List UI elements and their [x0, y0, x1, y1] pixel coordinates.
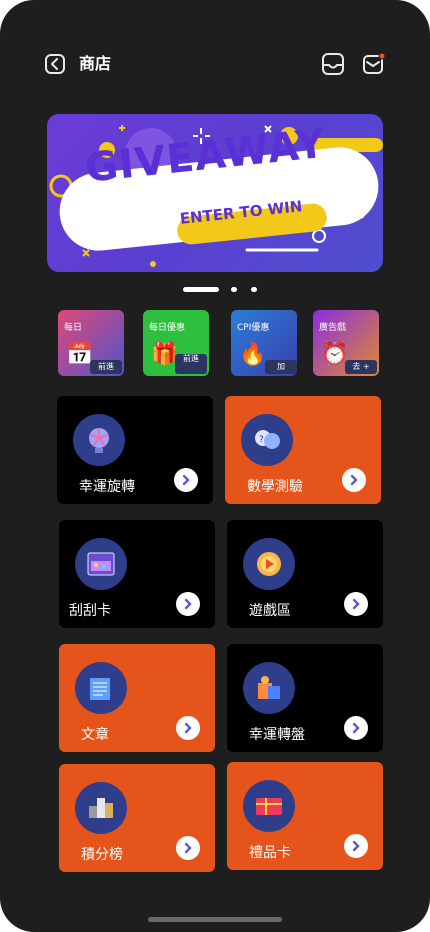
- quick-tile-label: 每日: [64, 323, 83, 333]
- article-icon: [75, 662, 127, 714]
- card-label: 積分榜: [81, 847, 123, 863]
- card-leaderboard[interactable]: 積分榜: [59, 764, 215, 872]
- giveaway-banner[interactable]: GIVEAWAY ENTER TO WIN: [47, 114, 383, 272]
- card-arrow-button[interactable]: [344, 592, 368, 616]
- chevron-right-icon: [184, 598, 192, 610]
- card-label: 遊戲區: [249, 603, 291, 619]
- app-screen: 商店 GIVEAWAY ENTER TO WIN 每日 📅 前進 每日優惠 🎁 …: [0, 0, 430, 932]
- card-label: 禮品卡: [249, 845, 291, 861]
- back-button[interactable]: [45, 54, 65, 74]
- card-label: 幸運旋轉: [79, 479, 135, 495]
- header: 商店: [0, 0, 430, 110]
- fire-icon: 🔥: [239, 342, 267, 367]
- quick-tile-label: 每日優惠: [149, 323, 186, 333]
- game-icon: [243, 538, 295, 590]
- chevron-right-icon: [352, 722, 360, 734]
- quick-tile-button[interactable]: 前進: [175, 354, 207, 374]
- chevron-right-icon: [350, 474, 358, 486]
- leaderboard-icon: [75, 782, 127, 834]
- carousel-dot[interactable]: [231, 287, 237, 292]
- chevron-right-icon: [352, 840, 360, 852]
- card-scratch-card[interactable]: 刮刮卡: [59, 520, 215, 628]
- gift-card-icon: [243, 780, 295, 832]
- svg-text:?: ?: [259, 435, 264, 445]
- card-arrow-button[interactable]: [174, 468, 198, 492]
- card-gift-card[interactable]: 禮品卡: [227, 762, 383, 870]
- carousel-dot[interactable]: [251, 287, 257, 292]
- card-arrow-button[interactable]: [344, 716, 368, 740]
- spin-wheel-icon: [73, 414, 125, 466]
- card-label: 文章: [81, 727, 109, 743]
- card-arrow-button[interactable]: [176, 592, 200, 616]
- home-indicator[interactable]: [148, 917, 282, 922]
- page-title: 商店: [79, 54, 112, 73]
- quick-tile-button[interactable]: 加: [265, 360, 297, 374]
- quick-tile-ad-games[interactable]: 廣告戲 ⏰ 去 +: [313, 310, 379, 376]
- card-label: 幸運轉盤: [249, 727, 305, 743]
- chevron-right-icon: [184, 722, 192, 734]
- mail-icon[interactable]: [362, 52, 386, 76]
- quick-tile-button[interactable]: 去 +: [345, 360, 377, 374]
- carousel-indicator: [0, 286, 430, 294]
- card-arrow-button[interactable]: [342, 468, 366, 492]
- quick-tile-label: 廣告戲: [319, 323, 347, 333]
- card-label: 刮刮卡: [69, 603, 111, 619]
- carousel-dot-active[interactable]: [183, 287, 219, 292]
- quick-tile-label: CPI優惠: [237, 323, 270, 333]
- lucky-box-icon: [243, 662, 295, 714]
- quick-tile-daily[interactable]: 每日 📅 前進: [58, 310, 124, 376]
- card-arrow-button[interactable]: [344, 834, 368, 858]
- chevron-right-icon: [182, 474, 190, 486]
- card-game-zone[interactable]: 遊戲區: [227, 520, 383, 628]
- card-articles[interactable]: 文章: [59, 644, 215, 752]
- card-math-quiz[interactable]: ? 數學測驗: [225, 396, 381, 504]
- card-label: 數學測驗: [247, 479, 303, 495]
- chevron-right-icon: [352, 598, 360, 610]
- card-lucky-spin[interactable]: 幸運旋轉: [57, 396, 213, 504]
- card-arrow-button[interactable]: [176, 716, 200, 740]
- quiz-icon: ?: [241, 414, 293, 466]
- card-lucky-wheel[interactable]: 幸運轉盤: [227, 644, 383, 752]
- scratch-card-icon: [75, 538, 127, 590]
- quick-tile-cpi-deals[interactable]: CPI優惠 🔥 加: [231, 310, 297, 376]
- chevron-right-icon: [184, 842, 192, 854]
- quick-tile-daily-deals[interactable]: 每日優惠 🎁 前進: [143, 310, 209, 376]
- quick-tile-button[interactable]: 前進: [90, 360, 122, 374]
- inbox-icon[interactable]: [321, 52, 345, 76]
- chevron-left-icon: [51, 58, 58, 70]
- card-arrow-button[interactable]: [176, 836, 200, 860]
